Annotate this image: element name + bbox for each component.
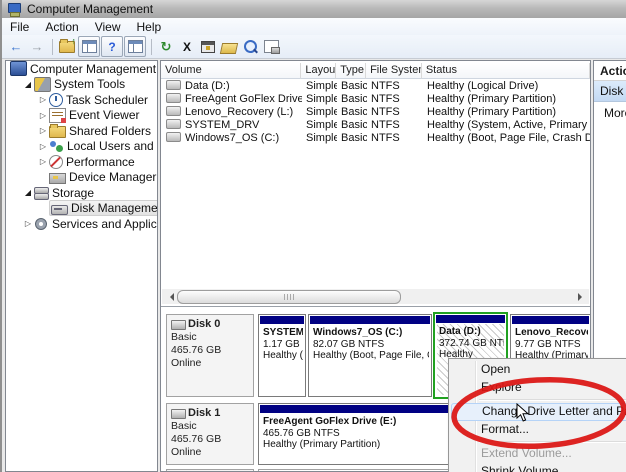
expander-open-icon[interactable]: ◢ (22, 188, 34, 197)
volume-icon (166, 119, 181, 129)
action-pane-icon[interactable] (124, 36, 146, 57)
open-folder-icon[interactable] (219, 37, 239, 56)
disk-icon (171, 409, 186, 419)
context-menu: Open Explore Change Drive Letter and Pat… (448, 358, 626, 472)
menu-separator (479, 441, 626, 442)
disk1-label[interactable]: Disk 1 Basic 465.76 GB Online (166, 403, 254, 465)
services-applications-icon (34, 217, 49, 230)
tree-item-computer-management[interactable]: Computer Management (Local) (6, 61, 157, 77)
title-bar[interactable]: Computer Management (2, 0, 626, 19)
more-actions[interactable]: More Actions (594, 102, 626, 120)
device-manager-icon (49, 173, 66, 184)
volume-row-system-drv[interactable]: SYSTEM_DRV Simple Basic NTFS Healthy (Sy… (161, 118, 590, 131)
expander-open-icon[interactable]: ◢ (22, 80, 34, 89)
menu-item-change-drive-letter[interactable]: Change Drive Letter and Paths... (451, 403, 626, 421)
menu-view[interactable]: View (87, 19, 129, 35)
tree-item-local-users-groups[interactable]: ▷ Local Users and Groups (6, 139, 157, 155)
menu-help[interactable]: Help (129, 19, 170, 35)
local-users-groups-icon (49, 140, 64, 153)
volume-row-freeagent[interactable]: FreeAgent GoFlex Drive (E:) Simple Basic… (161, 92, 590, 105)
menu-separator (479, 399, 626, 400)
scrollbar-track[interactable] (177, 289, 574, 304)
menu-file[interactable]: File (2, 19, 37, 35)
volume-icon (166, 132, 181, 142)
expander-closed-icon[interactable]: ▷ (37, 126, 49, 135)
scrollbar-thumb[interactable] (177, 290, 401, 304)
tree-item-services-applications[interactable]: ▷ Services and Applications (6, 216, 157, 232)
disk-icon (171, 320, 186, 330)
expander-closed-icon[interactable]: ▷ (22, 219, 34, 228)
column-volume[interactable]: Volume (161, 63, 301, 79)
menu-bar: File Action View Help (2, 18, 626, 36)
menu-item-shrink-volume[interactable]: Shrink Volume... (449, 463, 626, 472)
volume-list: Data (D:) Simple Basic NTFS Healthy (Log… (161, 79, 590, 144)
column-file-system[interactable]: File System (366, 63, 422, 79)
app-icon (7, 3, 21, 15)
column-status[interactable]: Status (422, 63, 590, 79)
tree-item-event-viewer[interactable]: ▷ Event Viewer (6, 108, 157, 124)
shared-folders-icon (49, 126, 66, 138)
menu-item-explore[interactable]: Explore (449, 379, 626, 397)
menu-item-format[interactable]: Format... (449, 421, 626, 439)
expander-closed-icon[interactable]: ▷ (37, 157, 49, 166)
volume-icon (166, 106, 181, 116)
disk-management-icon (51, 205, 68, 215)
volume-row-data[interactable]: Data (D:) Simple Basic NTFS Healthy (Log… (161, 79, 590, 92)
actions-group-disk-management[interactable]: Disk Management (594, 81, 626, 102)
menu-action[interactable]: Action (37, 19, 86, 35)
tree-item-storage[interactable]: ◢ Storage (6, 185, 157, 201)
back-icon[interactable]: ← (6, 37, 26, 56)
column-type[interactable]: Type (336, 63, 366, 79)
tree-item-system-tools[interactable]: ◢ System Tools (6, 77, 157, 93)
expander-closed-icon[interactable]: ▷ (37, 95, 49, 104)
tree-item-performance[interactable]: ▷ Performance (6, 154, 157, 170)
console-tree-pane: Computer Management (Local) ◢ System Too… (5, 60, 158, 472)
partition-windows7-os[interactable]: Windows7_OS (C:) 82.07 GB NTFS Healthy (… (308, 314, 432, 397)
scroll-left-icon[interactable] (162, 289, 177, 304)
storage-icon (34, 186, 49, 199)
column-layout[interactable]: Layout (301, 63, 336, 79)
task-scheduler-icon (49, 93, 63, 107)
forward-icon[interactable]: → (27, 37, 47, 56)
tree-item-device-manager[interactable]: Device Manager (6, 170, 157, 186)
expander-closed-icon[interactable]: ▷ (37, 142, 49, 151)
window-title: Computer Management (27, 2, 153, 16)
show-console-tree-icon[interactable] (57, 37, 77, 56)
volume-icon (166, 80, 181, 90)
volume-row-lenovo-recovery[interactable]: Lenovo_Recovery (L:) Simple Basic NTFS H… (161, 105, 590, 118)
computer-management-window: Computer Management File Action View Hel… (0, 0, 626, 472)
volume-row-windows7-os[interactable]: Windows7_OS (C:) Simple Basic NTFS Healt… (161, 131, 590, 144)
tree-item-disk-management[interactable]: Disk Management (6, 201, 157, 217)
event-viewer-icon (49, 108, 66, 123)
menu-item-open[interactable]: Open (449, 361, 626, 379)
scroll-right-icon[interactable] (574, 289, 589, 304)
toolbar-separator (52, 39, 53, 55)
help-icon[interactable]: ? (101, 36, 123, 57)
toolbar-separator (151, 39, 152, 55)
computer-icon (10, 61, 27, 76)
tree-item-shared-folders[interactable]: ▷ Shared Folders (6, 123, 157, 139)
partition-system-drv[interactable]: SYSTEM_DRV 1.17 GB NTFS Healthy (System,… (258, 314, 306, 397)
tree-selection: Disk Management (49, 200, 158, 216)
system-tools-icon (34, 77, 51, 92)
refresh-icon[interactable]: ↻ (156, 37, 176, 56)
volume-list-header: Volume Layout Type File System Status (161, 63, 590, 79)
disk-window-icon[interactable] (261, 37, 281, 56)
tree-item-task-scheduler[interactable]: ▷ Task Scheduler (6, 92, 157, 108)
actions-title: Actions (594, 61, 626, 81)
volume-icon (166, 93, 181, 103)
expander-closed-icon[interactable]: ▷ (37, 111, 49, 120)
delete-icon[interactable]: X (177, 37, 197, 56)
menu-item-extend-volume: Extend Volume... (449, 445, 626, 463)
disk0-label[interactable]: Disk 0 Basic 465.76 GB Online (166, 314, 254, 397)
properties-icon[interactable] (198, 37, 218, 56)
horizontal-scrollbar[interactable] (162, 289, 589, 304)
performance-icon (49, 155, 63, 169)
console-window-icon[interactable] (78, 36, 100, 57)
toolbar: ← → ? ↻ X (2, 35, 626, 59)
find-icon[interactable] (240, 37, 260, 56)
